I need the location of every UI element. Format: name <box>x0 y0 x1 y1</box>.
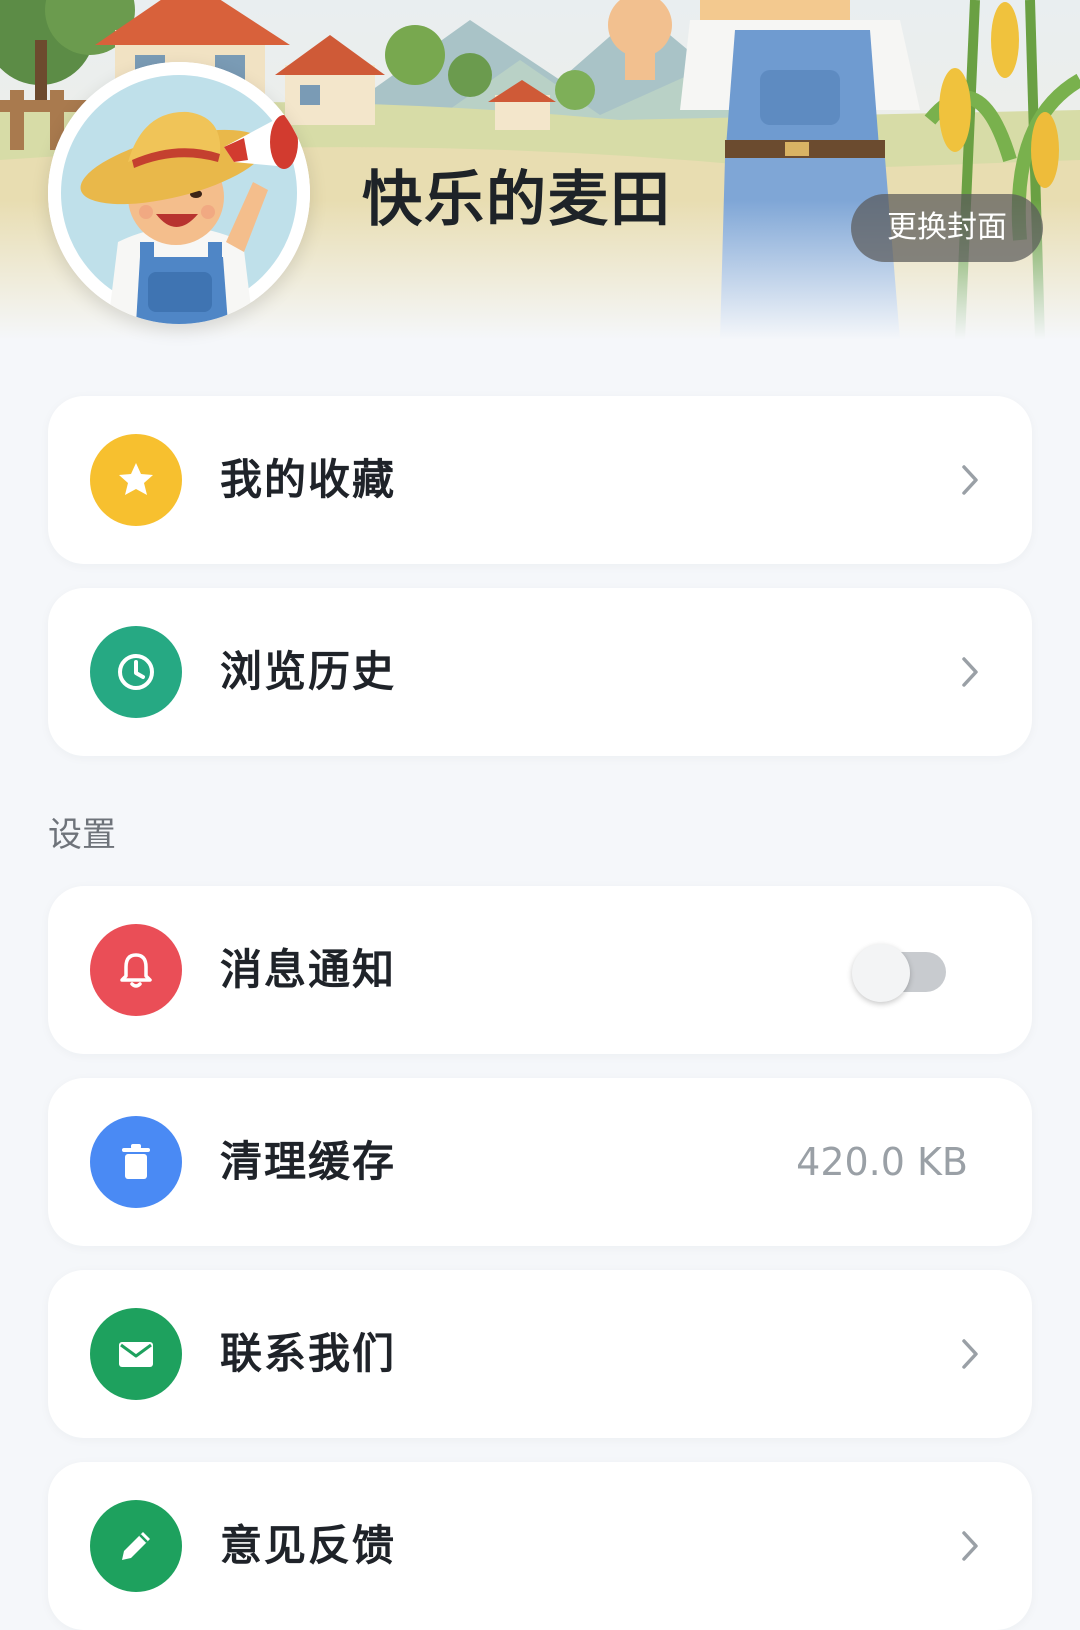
clock-icon <box>118 654 154 690</box>
mail-icon <box>119 1342 153 1367</box>
change-cover-button[interactable]: 更换封面 <box>851 194 1043 262</box>
notifications-label: 消息通知 <box>220 945 397 994</box>
favorites-icon-badge <box>90 434 182 526</box>
toggle-knob <box>852 944 910 1002</box>
cache-size-value: 420.0 KB <box>796 1140 968 1184</box>
history-icon-badge <box>90 626 182 718</box>
trash-icon <box>122 1144 150 1179</box>
chevron-right-icon <box>962 465 978 495</box>
favorites-label: 我的收藏 <box>220 455 397 504</box>
feedback-icon-badge <box>90 1500 182 1592</box>
menu-item-notifications[interactable]: 消息通知 <box>48 886 1032 1054</box>
menu-item-feedback[interactable]: 意见反馈 <box>48 1462 1032 1630</box>
username: 快乐的麦田 <box>362 165 672 235</box>
menu-item-contact[interactable]: 联系我们 <box>48 1270 1032 1438</box>
notifications-icon-badge <box>90 924 182 1016</box>
chevron-right-icon <box>962 657 978 687</box>
notifications-toggle[interactable] <box>852 944 946 1002</box>
pencil-icon <box>122 1532 150 1560</box>
farmer-avatar-image <box>48 62 310 324</box>
feedback-label: 意见反馈 <box>220 1521 397 1570</box>
history-label: 浏览历史 <box>220 647 397 696</box>
menu-item-favorites[interactable]: 我的收藏 <box>48 396 1032 564</box>
chevron-right-icon <box>962 1339 978 1369</box>
contact-label: 联系我们 <box>220 1329 397 1378</box>
clear-cache-label: 清理缓存 <box>220 1137 397 1186</box>
star-icon <box>119 463 153 495</box>
contact-icon-badge <box>90 1308 182 1400</box>
bell-icon <box>120 953 152 988</box>
menu-item-history[interactable]: 浏览历史 <box>48 588 1032 756</box>
avatar[interactable] <box>48 62 310 324</box>
settings-section-title: 设置 <box>48 815 116 855</box>
clear-cache-icon-badge <box>90 1116 182 1208</box>
menu-item-clear-cache[interactable]: 清理缓存 420.0 KB <box>48 1078 1032 1246</box>
chevron-right-icon <box>962 1531 978 1561</box>
